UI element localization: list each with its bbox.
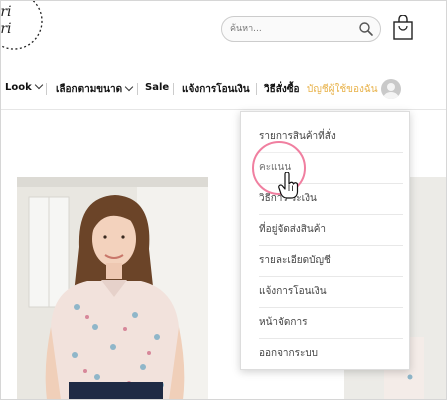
menu-item-account-details[interactable]: รายละเอียดบัญชี (259, 246, 403, 277)
product-image[interactable] (17, 177, 208, 400)
menu-item-payment-notice[interactable]: แจ้งการโอนเงิน (259, 277, 403, 308)
nav-item-how-to-order[interactable]: วิธีสั่งซื้อ (264, 82, 300, 97)
nav-item-sale[interactable]: Sale (145, 82, 169, 93)
nav-item-shop-by-size[interactable]: เลือกตามขนาด (56, 82, 134, 97)
search-input[interactable] (230, 21, 350, 37)
svg-text:ari: ari (0, 21, 12, 37)
nav-item-payment-notice[interactable]: แจ้งการโอนเงิน (182, 82, 250, 97)
nav-item-my-account[interactable]: บัญชีผู้ใช้ของฉัน (307, 82, 378, 97)
avatar[interactable] (381, 79, 401, 99)
user-avatar-icon (383, 83, 399, 99)
shopping-bag-icon[interactable] (392, 15, 414, 41)
search-bar[interactable] (221, 16, 381, 42)
nav-item-look[interactable]: Look (5, 80, 44, 93)
nav-divider (46, 83, 47, 95)
search-icon[interactable] (358, 21, 374, 37)
hand-pointer-icon (278, 172, 299, 199)
chevron-down-icon (34, 80, 44, 90)
brand-logo[interactable]: ari ari (0, 0, 46, 56)
model-photo (17, 177, 208, 400)
menu-item-logout[interactable]: ออกจากระบบ (259, 339, 403, 369)
header-divider (0, 109, 447, 110)
nav-divider (256, 83, 257, 95)
svg-text:ari: ari (0, 4, 12, 20)
chevron-down-icon (124, 82, 134, 92)
menu-item-dashboard[interactable]: หน้าจัดการ (259, 308, 403, 339)
nav-divider (173, 83, 174, 95)
nav-divider (137, 83, 138, 95)
menu-item-shipping-address[interactable]: ที่อยู่จัดส่งสินค้า (259, 215, 403, 246)
main-nav: Look เลือกตามขนาด Sale แจ้งการโอนเงิน วิ… (0, 78, 447, 100)
